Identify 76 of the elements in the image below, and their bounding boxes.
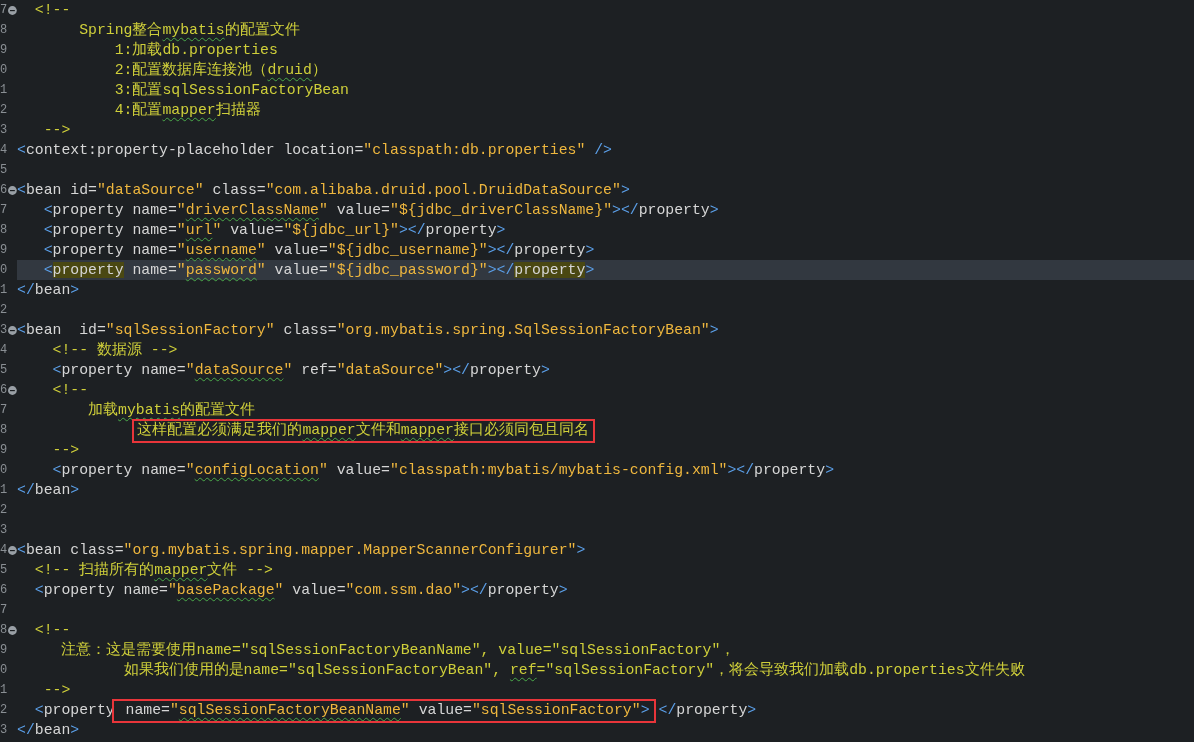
highlighted-code: name="sqlSessionFactoryBeanName" value="sqlSessionFactory">	[111, 699, 656, 723]
line-number: 2	[0, 703, 8, 717]
line-number: 3	[0, 323, 8, 337]
code-line: <property name="username" value="${jdbc_username}"></property>	[42, 241, 595, 260]
code-line: <property name="password" value="${jdbc_password}"></property>	[42, 261, 595, 280]
line-number: 0	[0, 663, 8, 677]
line-number: 7	[0, 203, 8, 217]
line-number: 7	[0, 403, 8, 417]
line-number: 4	[0, 543, 8, 557]
line-number: 8	[0, 623, 8, 637]
line-number: 3	[0, 723, 8, 737]
code-line: <property name="dataSource" ref="dataSource"></property>	[51, 361, 550, 380]
line-number: 0	[0, 63, 8, 77]
line-number: 5	[0, 563, 8, 577]
code-line: 加载mybatis的配置文件	[87, 400, 256, 420]
code-line: 注意：这是需要使用name="sqlSessionFactoryBeanName", value="sqlSessionFactory"，	[60, 640, 736, 660]
line-number: 8	[0, 23, 8, 37]
line-number: 6	[0, 183, 8, 197]
line-number: 8	[0, 423, 8, 437]
code-line: <!-- 数据源 -->	[51, 341, 178, 360]
line-number: 9	[0, 643, 8, 657]
line-number: 9	[0, 243, 8, 257]
line-number: 0	[0, 463, 8, 477]
code-line: <property name="basePackage" value="com.ssm.dao"></property>	[33, 581, 568, 600]
line-number: 1	[0, 283, 8, 297]
line-number: 3	[0, 123, 8, 137]
line-number: 2	[0, 103, 8, 117]
line-number: 9	[0, 443, 8, 457]
code-line: 1:加载db.properties	[113, 40, 278, 60]
collapse-icon[interactable]	[8, 185, 17, 195]
code-line: 2:配置数据库连接池（druid）	[113, 60, 327, 80]
code-line: -->	[42, 681, 71, 700]
line-number: 1	[0, 683, 8, 697]
code-line: -->	[51, 441, 80, 460]
collapse-icon[interactable]	[8, 325, 17, 335]
line-number: 4	[0, 143, 8, 157]
highlighted-code: 这样配置必须满足我们的mapper文件和mapper接口必须同包且同名	[132, 419, 595, 443]
code-line: <property name="configLocation" value="classpath:mybatis/mybatis-config.xml"></property>	[51, 461, 835, 480]
code-line: <!-- 扫描所有的mapper文件 -->	[33, 560, 273, 580]
line-number: 5	[0, 163, 8, 177]
line-number: 6	[0, 383, 8, 397]
code-line: <context:property-placeholder location="classpath:db.properties" />	[17, 141, 612, 160]
code-line: </bean>	[17, 721, 80, 740]
code-line: 3:配置sqlSessionFactoryBean	[113, 81, 349, 100]
line-number: 1	[0, 83, 8, 97]
collapse-icon[interactable]	[8, 385, 17, 395]
collapse-icon[interactable]	[8, 5, 17, 15]
code-line: <property name="driverClassName" value="${jdbc_driverClassName}"></property>	[42, 201, 719, 220]
line-number: 7	[0, 603, 8, 617]
line-number: 7	[0, 3, 8, 17]
line-number: 9	[0, 43, 8, 57]
code-line: 如果我们使用的是name="sqlSessionFactoryBean", ref="sqlSessionFactory"，将会导致我们加载db.properties文件失败	[122, 660, 1025, 680]
code-line: <property name="url" value="${jdbc_url}"></property>	[42, 221, 506, 240]
line-number: 1	[0, 483, 8, 497]
collapse-icon[interactable]	[8, 545, 17, 555]
code-line: <bean class="org.mybatis.spring.mapper.MapperScannerConfigurer">	[17, 541, 586, 560]
code-line: -->	[42, 121, 71, 140]
line-number: 0	[0, 263, 8, 277]
line-number: 8	[0, 223, 8, 237]
line-number: 5	[0, 363, 8, 377]
code-line: </bean>	[17, 481, 80, 500]
code-line: Spring整合mybatis的配置文件	[78, 20, 300, 40]
code-line: <!--	[51, 381, 89, 400]
line-number: 4	[0, 343, 8, 357]
line-number: 6	[0, 583, 8, 597]
code-line: 4:配置mapper扫描器	[113, 100, 261, 120]
collapse-icon[interactable]	[8, 625, 17, 635]
code-line: </bean>	[17, 281, 80, 300]
line-number: 2	[0, 303, 8, 317]
line-number: 2	[0, 503, 8, 517]
code-text: </property>	[658, 701, 757, 720]
line-number: 3	[0, 523, 8, 537]
code-line: <!--	[33, 621, 71, 640]
code-line: <bean id="dataSource" class="com.alibaba.druid.pool.DruidDataSource">	[17, 181, 630, 200]
code-line: <!--	[33, 1, 71, 20]
code-line: <bean id="sqlSessionFactory" class="org.mybatis.spring.SqlSessionFactoryBean">	[17, 321, 719, 340]
